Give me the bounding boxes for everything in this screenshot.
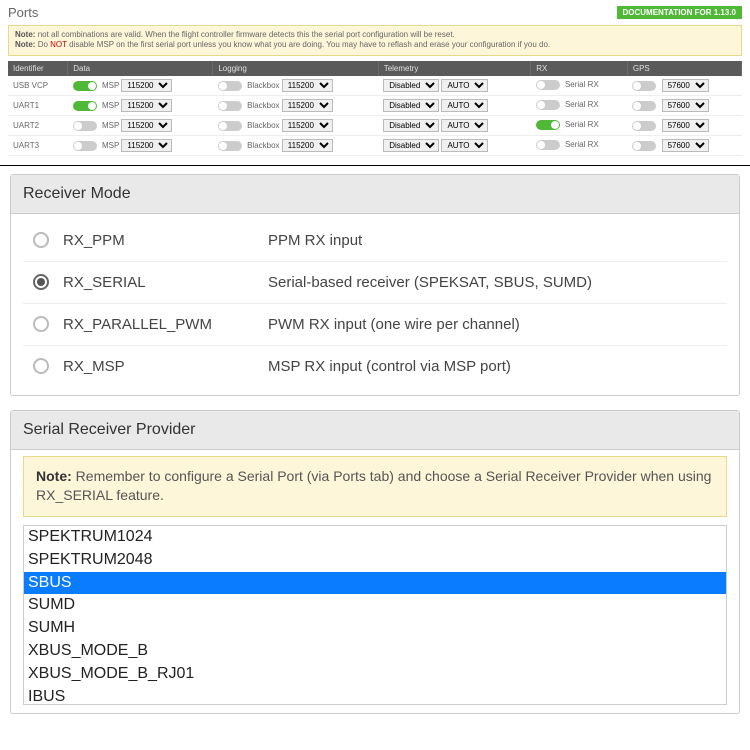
receiver-option[interactable]: RX_PARALLEL_PWMPWM RX input (one wire pe… <box>23 304 727 346</box>
port-id: UART2 <box>8 115 68 135</box>
provider-note: Note: Remember to configure a Serial Por… <box>23 456 727 517</box>
section-title: Receiver Mode <box>11 175 739 214</box>
telemetry-mode-select[interactable]: Disabled <box>383 139 439 152</box>
col-header: Data <box>68 61 213 76</box>
msp-toggle[interactable] <box>73 121 97 131</box>
log-toggle[interactable] <box>218 121 242 131</box>
provider-option[interactable]: SPEKTRUM1024 <box>24 526 726 549</box>
gps-toggle[interactable] <box>632 141 656 151</box>
provider-option[interactable]: IBUS <box>24 686 726 705</box>
port-id: USB VCP <box>8 76 68 96</box>
gps-toggle[interactable] <box>632 101 656 111</box>
gps-baud-select[interactable]: 57600 <box>662 79 709 92</box>
telemetry-mode-select[interactable]: Disabled <box>383 99 439 112</box>
provider-option[interactable]: SPEKTRUM2048 <box>24 549 726 572</box>
log-baud-select[interactable]: 115200 <box>282 119 333 132</box>
receiver-name: RX_MSP <box>63 358 268 375</box>
receiver-mode-section: Receiver Mode RX_PPMPPM RX inputRX_SERIA… <box>10 174 740 396</box>
section-title: Serial Receiver Provider <box>11 411 739 450</box>
gps-toggle[interactable] <box>632 121 656 131</box>
radio-icon[interactable] <box>33 274 49 290</box>
receiver-option[interactable]: RX_SERIALSerial-based receiver (SPEKSAT,… <box>23 262 727 304</box>
telemetry-auto-select[interactable]: AUTO <box>441 119 488 132</box>
log-toggle[interactable] <box>218 141 242 151</box>
col-header: GPS <box>627 61 741 76</box>
gps-baud-select[interactable]: 57600 <box>662 99 709 112</box>
receiver-name: RX_SERIAL <box>63 274 268 291</box>
receiver-desc: PWM RX input (one wire per channel) <box>268 316 520 333</box>
rx-toggle[interactable] <box>536 120 560 130</box>
receiver-name: RX_PPM <box>63 232 268 249</box>
telemetry-mode-select[interactable]: Disabled <box>383 79 439 92</box>
port-id: UART3 <box>8 135 68 155</box>
receiver-name: RX_PARALLEL_PWM <box>63 316 268 333</box>
receiver-option[interactable]: RX_PPMPPM RX input <box>23 220 727 262</box>
table-row: UART2 MSP 115200 Blackbox 115200Disabled… <box>8 115 742 135</box>
ports-title: Ports <box>8 5 38 20</box>
msp-toggle[interactable] <box>73 81 97 91</box>
ports-table: IdentifierDataLoggingTelemetryRXGPS USB … <box>8 61 742 156</box>
log-baud-select[interactable]: 115200 <box>282 139 333 152</box>
radio-icon[interactable] <box>33 358 49 374</box>
log-baud-select[interactable]: 115200 <box>282 99 333 112</box>
receiver-option[interactable]: RX_MSPMSP RX input (control via MSP port… <box>23 346 727 387</box>
provider-option[interactable]: XBUS_MODE_B <box>24 640 726 663</box>
gps-toggle[interactable] <box>632 81 656 91</box>
telemetry-mode-select[interactable]: Disabled <box>383 119 439 132</box>
provider-option[interactable]: SUMD <box>24 594 726 617</box>
data-baud-select[interactable]: 115200 <box>121 99 172 112</box>
receiver-desc: MSP RX input (control via MSP port) <box>268 358 511 375</box>
gps-baud-select[interactable]: 57600 <box>662 139 709 152</box>
rx-toggle[interactable] <box>536 100 560 110</box>
receiver-desc: Serial-based receiver (SPEKSAT, SBUS, SU… <box>268 274 592 291</box>
doc-badge[interactable]: DOCUMENTATION FOR 1.13.0 <box>617 6 743 19</box>
provider-option[interactable]: SBUS <box>24 572 726 595</box>
msp-toggle[interactable] <box>73 101 97 111</box>
rx-toggle[interactable] <box>536 140 560 150</box>
table-row: USB VCP MSP 115200 Blackbox 115200Disabl… <box>8 76 742 96</box>
table-row: UART1 MSP 115200 Blackbox 115200Disabled… <box>8 95 742 115</box>
data-baud-select[interactable]: 115200 <box>121 79 172 92</box>
serial-provider-section: Serial Receiver Provider Note: Remember … <box>10 410 740 714</box>
log-toggle[interactable] <box>218 101 242 111</box>
telemetry-auto-select[interactable]: AUTO <box>441 139 488 152</box>
radio-icon[interactable] <box>33 232 49 248</box>
telemetry-auto-select[interactable]: AUTO <box>441 99 488 112</box>
col-header: Identifier <box>8 61 68 76</box>
log-baud-select[interactable]: 115200 <box>282 79 333 92</box>
port-id: UART1 <box>8 95 68 115</box>
telemetry-auto-select[interactable]: AUTO <box>441 79 488 92</box>
provider-select[interactable]: SPEKTRUM1024SPEKTRUM2048SBUSSUMDSUMHXBUS… <box>23 525 727 705</box>
rx-toggle[interactable] <box>536 80 560 90</box>
log-toggle[interactable] <box>218 81 242 91</box>
ports-note: Note: not all combinations are valid. Wh… <box>8 25 742 56</box>
provider-option[interactable]: XBUS_MODE_B_RJ01 <box>24 663 726 686</box>
gps-baud-select[interactable]: 57600 <box>662 119 709 132</box>
provider-option[interactable]: SUMH <box>24 617 726 640</box>
data-baud-select[interactable]: 115200 <box>121 139 172 152</box>
col-header: Logging <box>213 61 378 76</box>
data-baud-select[interactable]: 115200 <box>121 119 172 132</box>
msp-toggle[interactable] <box>73 141 97 151</box>
table-row: UART3 MSP 115200 Blackbox 115200Disabled… <box>8 135 742 155</box>
receiver-desc: PPM RX input <box>268 232 362 249</box>
radio-icon[interactable] <box>33 316 49 332</box>
col-header: Telemetry <box>378 61 531 76</box>
col-header: RX <box>531 61 628 76</box>
